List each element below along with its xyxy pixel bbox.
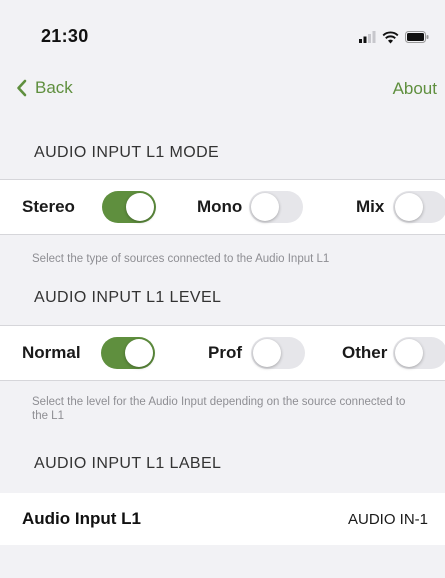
mode-options-row: Stereo Mono Mix xyxy=(0,179,445,235)
chevron-left-icon xyxy=(17,79,27,97)
label-section-header: AUDIO INPUT L1 LABEL xyxy=(34,455,222,472)
battery-icon xyxy=(405,31,429,43)
audio-input-label-name: Audio Input L1 xyxy=(22,509,141,528)
level-options-row: Normal Prof Other xyxy=(0,325,445,381)
toggle-knob xyxy=(395,339,423,367)
normal-label: Normal xyxy=(22,343,81,362)
mix-label: Mix xyxy=(356,197,385,216)
other-toggle[interactable] xyxy=(393,337,445,369)
mix-toggle[interactable] xyxy=(393,191,445,223)
prof-label: Prof xyxy=(208,343,242,362)
toggle-knob xyxy=(125,339,153,367)
level-section-header: AUDIO INPUT L1 LEVEL xyxy=(34,289,222,306)
mode-footnote: Select the type of sources connected to … xyxy=(32,253,330,265)
normal-toggle[interactable] xyxy=(101,337,155,369)
wifi-icon xyxy=(382,31,399,43)
navigation-bar: Back About xyxy=(0,72,445,108)
mono-label: Mono xyxy=(197,197,243,216)
toggle-knob xyxy=(253,339,281,367)
mode-section-header: AUDIO INPUT L1 MODE xyxy=(34,144,220,161)
level-footnote: Select the level for the Audio Input dep… xyxy=(32,396,406,422)
mono-toggle[interactable] xyxy=(249,191,303,223)
audio-input-label-row[interactable]: Audio Input L1 AUDIO IN-1 xyxy=(0,493,445,545)
stereo-label: Stereo xyxy=(22,197,75,216)
back-label: Back xyxy=(35,78,73,97)
toggle-knob xyxy=(251,193,279,221)
prof-toggle[interactable] xyxy=(251,337,305,369)
stereo-toggle[interactable] xyxy=(102,191,156,223)
other-label: Other xyxy=(342,343,388,362)
audio-input-label-value[interactable]: AUDIO IN-1 xyxy=(348,511,428,528)
status-icons xyxy=(359,29,429,45)
toggle-knob xyxy=(395,193,423,221)
back-button[interactable]: Back xyxy=(16,78,73,98)
about-button[interactable]: About xyxy=(393,79,437,99)
status-time: 21:30 xyxy=(41,26,89,46)
status-bar: 21:30 xyxy=(0,0,445,70)
toggle-knob xyxy=(126,193,154,221)
cellular-signal-icon xyxy=(359,31,376,43)
